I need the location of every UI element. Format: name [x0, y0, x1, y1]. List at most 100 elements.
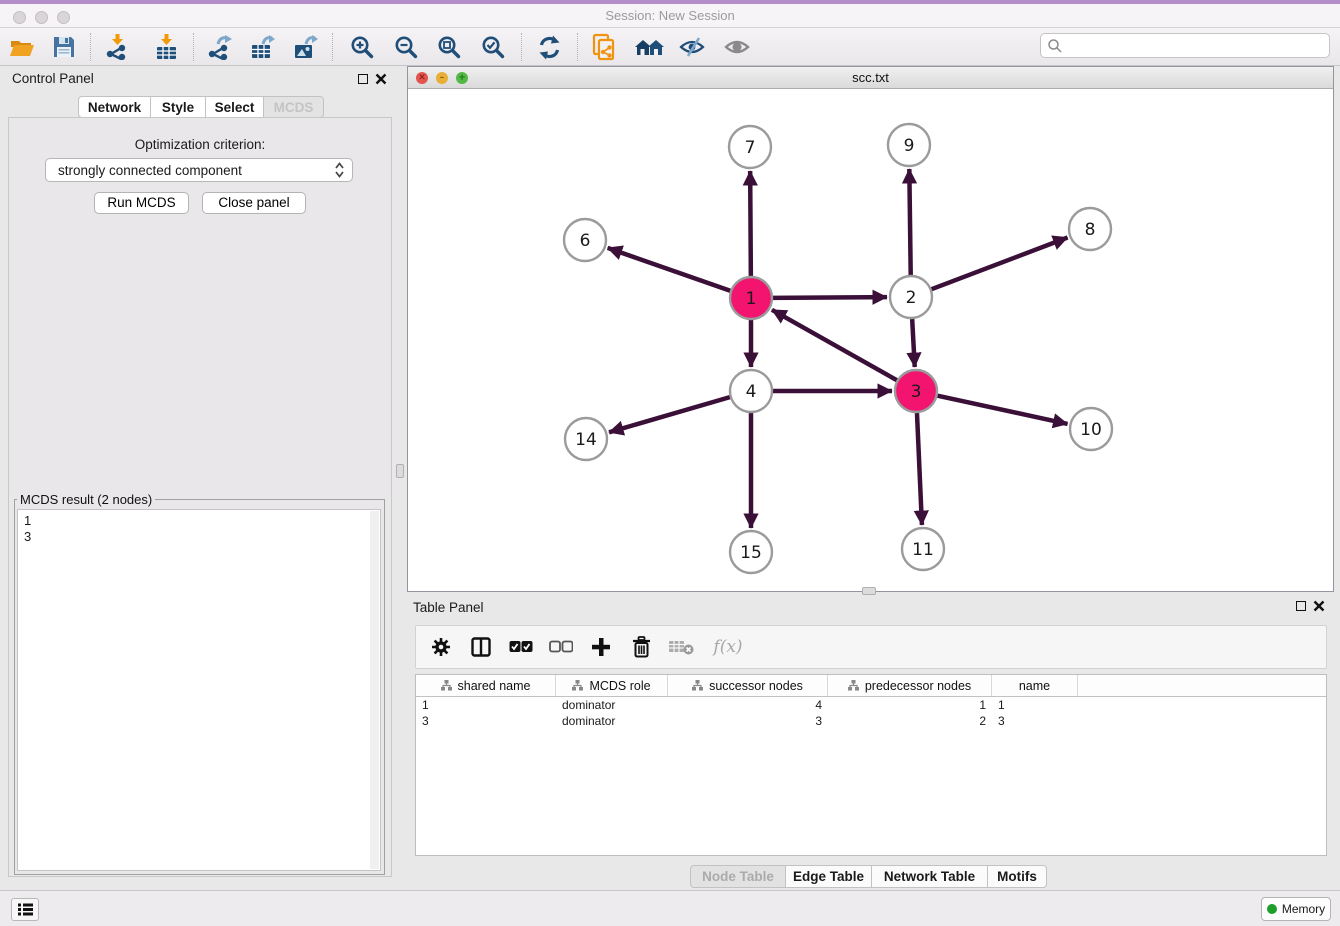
node-table: shared name MCDS role successor nodes pr… [415, 674, 1327, 856]
tab-motifs[interactable]: Motifs [987, 865, 1047, 888]
tab-style[interactable]: Style [150, 96, 206, 118]
table-row[interactable]: 3dominator323 [416, 713, 1326, 729]
mcds-result-text: 1 3 [18, 510, 380, 548]
import-network-icon[interactable] [104, 34, 130, 60]
select-all-icon[interactable] [508, 634, 534, 660]
table-cell[interactable]: 2 [828, 713, 992, 729]
toolbar-separator [332, 33, 333, 61]
graph-edge-1-2[interactable] [773, 297, 887, 298]
graph-edge-1-7[interactable] [750, 171, 751, 276]
control-panel-title: Control Panel [12, 71, 94, 86]
table-cell[interactable]: dominator [556, 697, 668, 713]
status-bar: Memory [0, 890, 1340, 926]
column-header-mcds-role[interactable]: MCDS role [556, 675, 668, 696]
network-graph-canvas[interactable]: 7968124314101511 [408, 89, 1333, 592]
task-history-button[interactable] [11, 898, 39, 921]
run-mcds-button[interactable]: Run MCDS [94, 192, 189, 214]
table-cell[interactable]: 1 [416, 697, 556, 713]
network-minimize-button[interactable]: – [436, 72, 448, 84]
column-header-predecessor-nodes[interactable]: predecessor nodes [828, 675, 992, 696]
criterion-select[interactable]: strongly connected component [45, 158, 353, 182]
show-all-icon[interactable] [724, 34, 750, 60]
table-panel-title: Table Panel [413, 600, 484, 615]
float-panel-icon[interactable] [358, 74, 368, 84]
export-image-icon[interactable] [292, 34, 318, 60]
clone-network-icon[interactable] [592, 34, 618, 60]
graph-edge-3-10[interactable] [937, 396, 1067, 424]
table-cell[interactable]: 3 [992, 713, 1078, 729]
graph-edge-4-14[interactable] [609, 397, 730, 432]
network-resize-handle[interactable] [862, 587, 876, 595]
graph-node-label: 14 [575, 430, 597, 450]
add-column-icon[interactable] [588, 634, 614, 660]
column-header-successor-nodes[interactable]: successor nodes [668, 675, 828, 696]
zoom-in-icon[interactable] [349, 34, 375, 60]
minimize-window-button[interactable] [35, 11, 48, 24]
graph-edge-1-6[interactable] [608, 248, 731, 291]
import-table-icon[interactable] [153, 34, 179, 60]
table-cell[interactable]: 3 [668, 713, 828, 729]
show-columns-icon[interactable] [468, 634, 494, 660]
toolbar-separator [193, 33, 194, 61]
table-settings-icon[interactable] [428, 634, 454, 660]
tab-mcds[interactable]: MCDS [263, 96, 324, 118]
zoom-fit-icon[interactable] [436, 34, 462, 60]
tab-select[interactable]: Select [205, 96, 264, 118]
unselect-all-icon[interactable] [548, 634, 574, 660]
zoom-out-icon[interactable] [393, 34, 419, 60]
close-panel-button[interactable]: Close panel [202, 192, 306, 214]
open-session-icon[interactable] [9, 34, 35, 60]
network-maximize-button[interactable]: + [456, 72, 468, 84]
graph-node-label: 3 [911, 382, 922, 402]
close-table-panel-icon[interactable] [1313, 600, 1325, 612]
tab-node-table[interactable]: Node Table [690, 865, 786, 888]
home-icon[interactable] [634, 34, 666, 60]
refresh-icon[interactable] [536, 34, 562, 60]
table-cell[interactable]: 4 [668, 697, 828, 713]
table-cell[interactable]: 1 [992, 697, 1078, 713]
table-cell[interactable]: 1 [828, 697, 992, 713]
export-network-icon[interactable] [206, 34, 232, 60]
zoom-window-button[interactable] [57, 11, 70, 24]
tab-network-table[interactable]: Network Table [871, 865, 988, 888]
mcds-result-scrollbar[interactable] [370, 511, 379, 869]
column-header-shared-name[interactable]: shared name [416, 675, 556, 696]
table-cell[interactable]: dominator [556, 713, 668, 729]
memory-label: Memory [1282, 902, 1325, 916]
tab-network[interactable]: Network [78, 96, 151, 118]
splitter-handle[interactable] [396, 464, 404, 478]
network-close-button[interactable]: ✕ [416, 72, 428, 84]
graph-edge-3-11[interactable] [917, 413, 922, 525]
column-type-icon [848, 680, 859, 691]
hide-selected-icon[interactable] [679, 34, 705, 60]
network-window-titlebar[interactable]: ✕ – + scc.txt [408, 67, 1333, 89]
delete-column-icon[interactable] [628, 634, 654, 660]
table-toolbar: f(x) [415, 625, 1327, 669]
close-panel-icon[interactable] [375, 73, 387, 85]
graph-edge-2-8[interactable] [932, 238, 1068, 290]
table-cell[interactable]: 3 [416, 713, 556, 729]
tab-edge-table[interactable]: Edge Table [785, 865, 872, 888]
mcds-result-textarea[interactable]: 1 3 [17, 509, 381, 871]
table-row[interactable]: 1dominator411 [416, 697, 1326, 713]
graph-edge-3-1[interactable] [772, 310, 897, 380]
graph-node-label: 7 [745, 138, 756, 158]
app-titlebar: Session: New Session [0, 4, 1340, 28]
export-table-icon[interactable] [249, 34, 275, 60]
memory-button[interactable]: Memory [1261, 897, 1331, 921]
function-builder-icon[interactable]: f(x) [708, 634, 748, 660]
search-input[interactable] [1067, 36, 1329, 56]
search-box[interactable] [1040, 33, 1330, 58]
zoom-selected-icon[interactable] [480, 34, 506, 60]
delete-table-icon[interactable] [668, 634, 694, 660]
close-window-button[interactable] [13, 11, 26, 24]
graph-node-label: 8 [1085, 220, 1096, 240]
column-header-name[interactable]: name [992, 675, 1078, 696]
graph-node-label: 1 [746, 289, 757, 309]
float-table-panel-icon[interactable] [1296, 601, 1306, 611]
graph-edge-2-3[interactable] [912, 319, 915, 367]
save-session-icon[interactable] [51, 34, 77, 60]
graph-node-label: 11 [912, 540, 934, 560]
graph-node-label: 9 [904, 136, 915, 156]
graph-edge-2-9[interactable] [909, 169, 910, 275]
